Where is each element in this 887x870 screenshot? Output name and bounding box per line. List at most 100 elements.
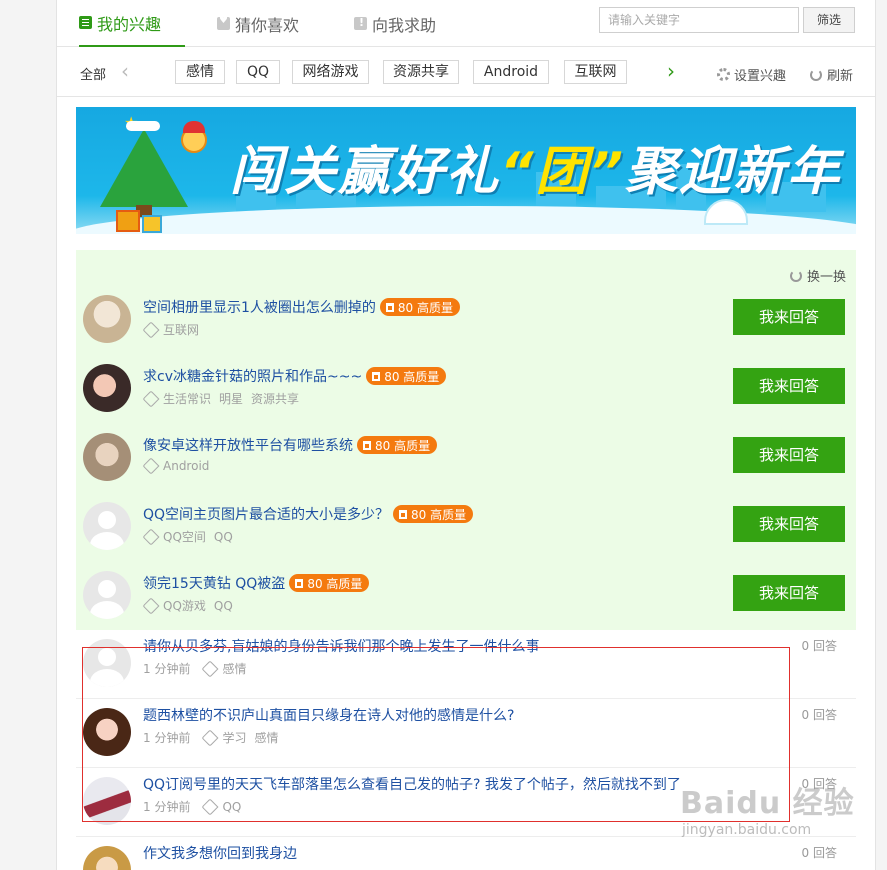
coin-icon — [295, 578, 304, 588]
question-link[interactable]: 领完15天黄钻 QQ被盗 80 高质量 — [143, 573, 370, 593]
tag-link[interactable]: QQ — [214, 599, 233, 613]
quality-badge: 80 高质量 — [289, 574, 370, 592]
tab-guess-you-like[interactable]: 猜你喜欢 — [217, 0, 299, 47]
category-tag[interactable]: 互联网 — [564, 60, 627, 84]
coin-icon — [372, 371, 381, 381]
heart-icon — [217, 15, 230, 30]
main-panel: 我的兴趣 猜你喜欢 向我求助 筛选 全部 ‹ 感情 QQ 网络游戏 资源共享 A… — [56, 0, 876, 870]
tag-link[interactable]: 学习 — [222, 729, 246, 746]
filter-button[interactable]: 筛选 — [803, 7, 855, 33]
help-icon — [354, 16, 367, 30]
avatar[interactable] — [83, 433, 131, 481]
question-link[interactable]: 请你从贝多芬,盲姑娘的身份告诉我们那个晚上发生了一件什么事 — [143, 636, 539, 656]
tab-ask-me[interactable]: 向我求助 — [354, 0, 436, 47]
refresh-link[interactable]: 刷新 — [810, 65, 853, 84]
list-item: QQ空间主页图片最合适的大小是多少？ 80 高质量 QQ空间 QQ 我来回答 — [76, 502, 856, 571]
question-link[interactable]: 作文我多想你回到我身边 — [143, 843, 297, 863]
answer-button[interactable]: 我来回答 — [733, 506, 845, 542]
banner-headline: 闯关赢好礼“团”聚迎新年 — [230, 142, 842, 202]
quality-badge: 80 高质量 — [366, 367, 447, 385]
tag-link[interactable]: 感情 — [222, 660, 246, 677]
answer-count: 0 回答 — [801, 777, 837, 791]
tag-icon — [142, 390, 160, 407]
refresh-icon — [810, 68, 822, 81]
question-tags: QQ游戏 QQ — [142, 597, 233, 614]
question-tags: Android — [142, 457, 209, 475]
category-all[interactable]: 全部 — [80, 64, 106, 83]
question-tags: 生活常识 明星 资源共享 — [142, 390, 299, 407]
set-interests-link[interactable]: 设置兴趣 — [717, 65, 786, 84]
tag-link[interactable]: 生活常识 — [163, 390, 211, 407]
swap-label: 换一换 — [806, 270, 846, 285]
category-tag[interactable]: 网络游戏 — [292, 60, 369, 84]
quality-badge: 80 高质量 — [393, 505, 474, 523]
coin-icon — [399, 509, 408, 519]
tag-link[interactable]: 互联网 — [163, 321, 199, 338]
tag-link[interactable]: 明星 — [219, 390, 243, 407]
avatar[interactable] — [83, 295, 131, 343]
chevron-right-icon[interactable]: › — [667, 59, 675, 83]
quality-badge: 80 高质量 — [357, 436, 438, 454]
avatar[interactable] — [83, 502, 131, 550]
question-meta: 1 分钟前 学习 感情 — [143, 729, 278, 746]
promo-banner[interactable]: ★ 闯关赢好礼“团”聚迎新年 — [76, 107, 856, 234]
avatar[interactable] — [83, 708, 131, 756]
question-link[interactable]: 题西林壁的不识庐山真面目只缘身在诗人对他的感情是什么? — [143, 705, 514, 725]
list-item: QQ订阅号里的天天飞车部落里怎么查看自己发的帖子? 我发了个帖子，然后就找不到了… — [76, 768, 856, 837]
question-meta: 1 分钟前 QQ — [143, 798, 241, 815]
question-tags: 互联网 — [142, 321, 199, 338]
question-tags: QQ空间 QQ — [142, 528, 233, 545]
answer-count: 0 回答 — [801, 639, 837, 653]
answer-count: 0 回答 — [801, 846, 837, 860]
avatar[interactable] — [83, 364, 131, 412]
tab-my-interests[interactable]: 我的兴趣 — [79, 0, 185, 47]
coin-icon — [385, 302, 394, 312]
tag-icon — [201, 798, 219, 815]
swap-button[interactable]: 换一换 — [789, 266, 846, 285]
tag-link[interactable]: QQ空间 — [163, 528, 206, 545]
list-item: 像安卓这样开放性平台有哪些系统 80 高质量 Android 我来回答 — [76, 433, 856, 502]
tag-icon — [201, 729, 219, 746]
tag-icon — [142, 321, 160, 338]
answer-button[interactable]: 我来回答 — [733, 299, 845, 335]
tag-link[interactable]: Android — [163, 459, 209, 473]
tag-icon — [201, 660, 219, 677]
category-bar: 全部 ‹ 感情 QQ 网络游戏 资源共享 Android 互联网 › 设置兴趣 … — [57, 48, 875, 97]
time-ago: 1 分钟前 — [143, 662, 191, 676]
question-link[interactable]: QQ空间主页图片最合适的大小是多少？ 80 高质量 — [143, 504, 474, 524]
question-link[interactable]: 求cv冰糖金针菇的照片和作品~~~ 80 高质量 — [143, 366, 447, 386]
chevron-left-icon[interactable]: ‹ — [121, 59, 129, 83]
category-tag[interactable]: Android — [473, 60, 549, 84]
christmas-tree-icon — [100, 129, 188, 207]
answer-button[interactable]: 我来回答 — [733, 368, 845, 404]
tag-link[interactable]: QQ — [214, 530, 233, 544]
tab-label: 向我求助 — [372, 15, 437, 35]
category-tag[interactable]: QQ — [236, 60, 280, 84]
gear-icon — [717, 68, 730, 81]
gift-icon — [116, 210, 140, 232]
avatar[interactable] — [83, 846, 131, 870]
category-tag[interactable]: 资源共享 — [383, 60, 459, 84]
gift-icon — [142, 215, 162, 233]
avatar[interactable] — [83, 777, 131, 825]
answer-button[interactable]: 我来回答 — [733, 575, 845, 611]
tag-link[interactable]: QQ游戏 — [163, 597, 206, 614]
search-input[interactable] — [599, 7, 799, 33]
recommended-questions: 换一换 空间相册里显示1人被圈出怎么删掉的 80 高质量 互联网 我来回答 求cv… — [76, 250, 856, 630]
answer-button[interactable]: 我来回答 — [733, 437, 845, 473]
list-item: 作文我多想你回到我身边 0 回答 — [76, 837, 856, 870]
coin-icon — [363, 440, 371, 450]
category-tag[interactable]: 感情 — [175, 60, 225, 84]
avatar[interactable] — [83, 571, 131, 619]
question-link[interactable]: 空间相册里显示1人被圈出怎么删掉的 80 高质量 — [143, 297, 460, 317]
tag-link[interactable]: 资源共享 — [251, 390, 299, 407]
tag-link[interactable]: QQ — [222, 800, 241, 814]
list-item: 求cv冰糖金针菇的照片和作品~~~ 80 高质量 生活常识 明星 资源共享 我来回答 — [76, 364, 856, 433]
question-link[interactable]: QQ订阅号里的天天飞车部落里怎么查看自己发的帖子? 我发了个帖子，然后就找不到了 — [143, 774, 681, 794]
tag-icon — [142, 528, 160, 545]
time-ago: 1 分钟前 — [143, 731, 191, 745]
list-item: 请你从贝多芬,盲姑娘的身份告诉我们那个晚上发生了一件什么事 1 分钟前 感情 0 … — [76, 630, 856, 699]
tag-link[interactable]: 感情 — [254, 729, 278, 746]
question-link[interactable]: 像安卓这样开放性平台有哪些系统 80 高质量 — [143, 435, 438, 455]
avatar[interactable] — [83, 639, 131, 687]
